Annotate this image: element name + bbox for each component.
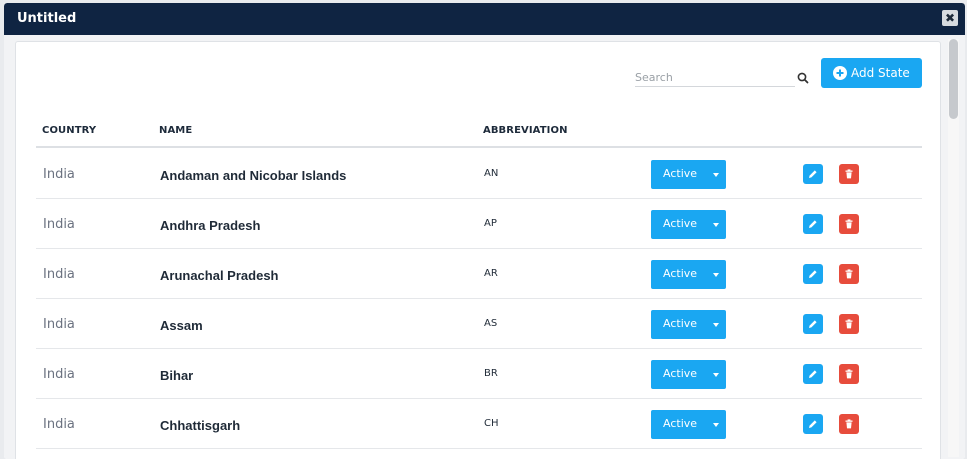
pencil-icon (809, 420, 817, 428)
pencil-icon (809, 320, 817, 328)
status-label: Active (663, 267, 698, 280)
status-dropdown[interactable]: Active (651, 410, 726, 439)
states-panel: Add State COUNTRY NAME ABBREVIATION Indi… (15, 41, 941, 459)
pencil-icon (809, 170, 817, 178)
table-row: India Andhra Pradesh AP Active (36, 199, 922, 249)
trash-icon (845, 219, 853, 229)
trash-icon (845, 169, 853, 179)
country-cell: India (43, 217, 75, 232)
close-icon: ✖ (944, 11, 956, 25)
delete-button[interactable] (839, 364, 859, 384)
status-dropdown[interactable]: Active (651, 260, 726, 289)
caret-down-icon (713, 223, 719, 227)
pencil-icon (809, 220, 817, 228)
trash-icon (845, 419, 853, 429)
table-row: India Andaman and Nicobar Islands AN Act… (36, 149, 922, 199)
trash-icon (845, 369, 853, 379)
edit-button[interactable] (803, 314, 823, 334)
edit-button[interactable] (803, 214, 823, 234)
country-cell: India (43, 367, 75, 382)
abbreviation-cell: CH (484, 418, 499, 429)
name-cell: Andaman and Nicobar Islands (160, 168, 347, 183)
pencil-icon (809, 270, 817, 278)
name-cell: Andhra Pradesh (160, 218, 261, 233)
title-bar: Untitled ✖ (4, 3, 965, 35)
trash-icon (845, 269, 853, 279)
plus-circle-icon (833, 66, 847, 80)
header-name: NAME (159, 125, 193, 136)
header-abbreviation: ABBREVIATION (483, 125, 568, 136)
delete-button[interactable] (839, 264, 859, 284)
status-dropdown[interactable]: Active (651, 360, 726, 389)
search-input[interactable] (635, 69, 785, 84)
vertical-scrollbar[interactable] (948, 39, 959, 457)
status-dropdown[interactable]: Active (651, 160, 726, 189)
close-button[interactable]: ✖ (942, 10, 958, 26)
abbreviation-cell: BR (484, 368, 498, 379)
abbreviation-cell: AP (484, 218, 497, 229)
delete-button[interactable] (839, 314, 859, 334)
add-state-button[interactable]: Add State (821, 58, 922, 88)
country-cell: India (43, 167, 75, 182)
caret-down-icon (713, 323, 719, 327)
pencil-icon (809, 370, 817, 378)
name-cell: Assam (160, 318, 203, 333)
edit-button[interactable] (803, 414, 823, 434)
abbreviation-cell: AS (484, 318, 498, 329)
status-label: Active (663, 167, 698, 180)
table-row: India Assam AS Active (36, 299, 922, 349)
status-label: Active (663, 317, 698, 330)
table-row: India Arunachal Pradesh AR Active (36, 249, 922, 299)
delete-button[interactable] (839, 164, 859, 184)
search-icon[interactable] (796, 71, 810, 85)
edit-button[interactable] (803, 164, 823, 184)
delete-button[interactable] (839, 414, 859, 434)
name-cell: Chhattisgarh (160, 418, 241, 433)
abbreviation-cell: AR (484, 268, 498, 279)
window-title: Untitled (17, 11, 77, 26)
caret-down-icon (713, 273, 719, 277)
table-row: India Chhattisgarh CH Active (36, 399, 922, 449)
edit-button[interactable] (803, 364, 823, 384)
table-row: India Bihar BR Active (36, 349, 922, 399)
country-cell: India (43, 317, 75, 332)
country-cell: India (43, 267, 75, 282)
status-dropdown[interactable]: Active (651, 310, 726, 339)
scrollbar-thumb[interactable] (949, 39, 958, 119)
country-cell: India (43, 417, 75, 432)
status-label: Active (663, 367, 698, 380)
status-label: Active (663, 217, 698, 230)
status-label: Active (663, 417, 698, 430)
search-field[interactable] (635, 66, 795, 87)
caret-down-icon (713, 423, 719, 427)
status-dropdown[interactable]: Active (651, 210, 726, 239)
delete-button[interactable] (839, 214, 859, 234)
dialog-window: Untitled ✖ Add State COUNTRY (4, 3, 965, 459)
trash-icon (845, 319, 853, 329)
name-cell: Bihar (160, 368, 194, 383)
dialog-body: Add State COUNTRY NAME ABBREVIATION Indi… (4, 35, 965, 459)
add-state-label: Add State (851, 66, 910, 80)
abbreviation-cell: AN (484, 168, 499, 179)
caret-down-icon (713, 373, 719, 377)
name-cell: Arunachal Pradesh (160, 268, 279, 283)
caret-down-icon (713, 173, 719, 177)
edit-button[interactable] (803, 264, 823, 284)
header-country: COUNTRY (42, 125, 97, 136)
header-divider (36, 146, 922, 148)
